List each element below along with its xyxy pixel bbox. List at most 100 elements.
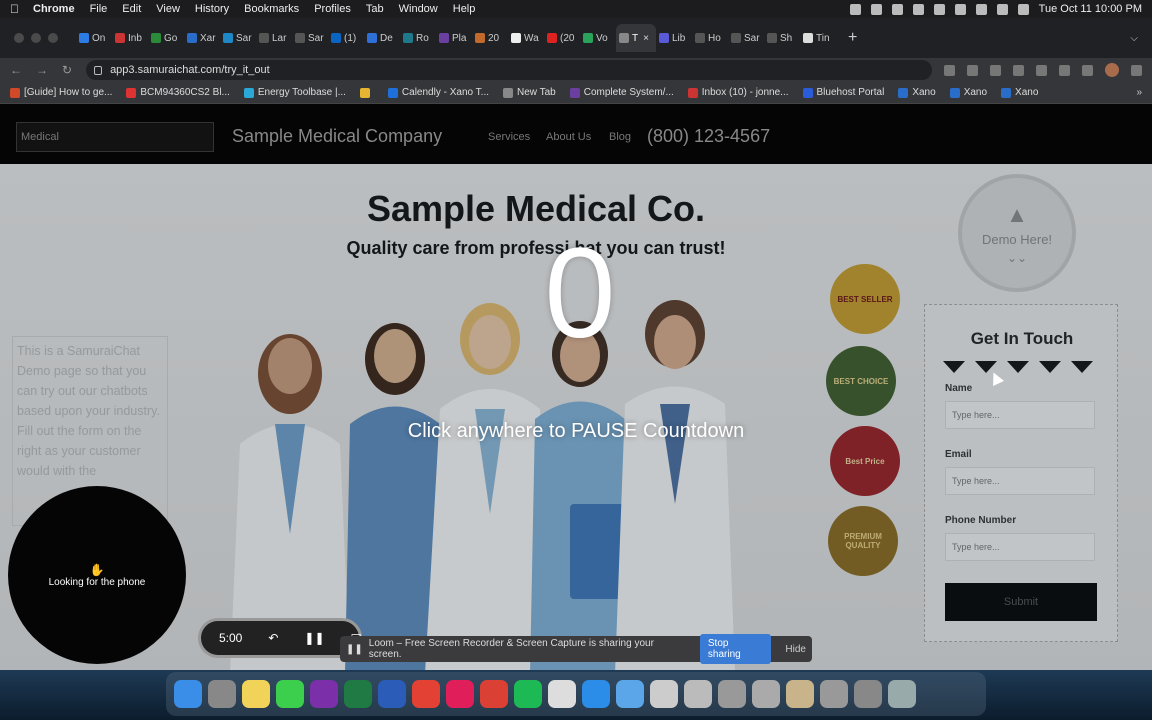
- messages-icon[interactable]: [276, 680, 304, 708]
- browser-tab[interactable]: Ro: [400, 24, 436, 52]
- star-icon[interactable]: [990, 64, 1001, 76]
- appstore-icon[interactable]: [582, 680, 610, 708]
- window-icon[interactable]: [752, 680, 780, 708]
- todoist-icon[interactable]: [480, 680, 508, 708]
- window-icon[interactable]: [786, 680, 814, 708]
- wifi-icon[interactable]: [975, 3, 987, 15]
- bookmark-item[interactable]: BCM94360CS2 Bl...: [126, 87, 230, 98]
- search-icon[interactable]: [996, 3, 1008, 15]
- site-name[interactable]: Sample Medical Company: [232, 126, 442, 147]
- browser-tab[interactable]: (1): [328, 24, 364, 52]
- close-window-button[interactable]: [14, 33, 24, 43]
- kebab-menu-icon[interactable]: [1131, 64, 1142, 76]
- menu-file[interactable]: File: [90, 3, 108, 15]
- menu-app-name[interactable]: Chrome: [33, 3, 75, 15]
- control-center-icon[interactable]: [1017, 3, 1029, 15]
- camera-icon[interactable]: [944, 64, 955, 76]
- menu-window[interactable]: Window: [399, 3, 438, 15]
- hide-button[interactable]: Hide: [785, 644, 806, 655]
- browser-tab[interactable]: Ho: [692, 24, 728, 52]
- browser-tab[interactable]: Xar: [184, 24, 220, 52]
- new-tab-button[interactable]: +: [848, 29, 857, 47]
- tab-search-chevron-icon[interactable]: ⌵: [1130, 33, 1138, 44]
- pause-countdown-hint[interactable]: Click anywhere to PAUSE Countdown: [0, 420, 1152, 443]
- email-input[interactable]: [945, 467, 1095, 495]
- window-icon[interactable]: [650, 680, 678, 708]
- industry-select[interactable]: Medical: [16, 122, 214, 152]
- bookmark-item[interactable]: [Guide] How to ge...: [10, 87, 112, 98]
- folder-icon[interactable]: [616, 680, 644, 708]
- bookmark-item[interactable]: Bluehost Portal: [802, 87, 884, 98]
- browser-tab[interactable]: Sar: [728, 24, 764, 52]
- excel-icon[interactable]: [344, 680, 372, 708]
- menu-profiles[interactable]: Profiles: [314, 3, 351, 15]
- bookmark-item[interactable]: Inbox (10) - jonne...: [687, 87, 789, 98]
- browser-tab[interactable]: Go: [148, 24, 184, 52]
- browser-tab[interactable]: On: [76, 24, 112, 52]
- stop-sharing-button[interactable]: Stop sharing: [699, 634, 772, 664]
- chrome-icon[interactable]: [412, 680, 440, 708]
- bookmark-item[interactable]: Energy Toolbase |...: [243, 87, 346, 98]
- browser-tab[interactable]: Sh: [764, 24, 800, 52]
- countdown-number[interactable]: 0: [490, 224, 670, 364]
- status-app-icon[interactable]: [849, 3, 861, 15]
- nav-services[interactable]: Services: [488, 131, 530, 143]
- pocket-extension-icon[interactable]: [1013, 64, 1024, 76]
- lock-icon[interactable]: [94, 65, 103, 75]
- status-app-icon[interactable]: [912, 3, 924, 15]
- address-bar[interactable]: app3.samuraichat.com/try_it_out: [86, 60, 932, 80]
- menu-history[interactable]: History: [195, 3, 229, 15]
- word-icon[interactable]: [378, 680, 406, 708]
- window-icon[interactable]: [854, 680, 882, 708]
- menu-bookmarks[interactable]: Bookmarks: [244, 3, 299, 15]
- menu-help[interactable]: Help: [453, 3, 476, 15]
- browser-tab[interactable]: Lar: [256, 24, 292, 52]
- menu-tab[interactable]: Tab: [366, 3, 384, 15]
- submit-button[interactable]: Submit: [945, 583, 1097, 621]
- finder-icon[interactable]: [174, 680, 202, 708]
- browser-tab[interactable]: (20: [544, 24, 580, 52]
- window-icon[interactable]: [820, 680, 848, 708]
- undo-icon[interactable]: ↶: [268, 631, 278, 645]
- bluetooth-icon[interactable]: [933, 3, 945, 15]
- status-app-icon[interactable]: [891, 3, 903, 15]
- bookmark-item[interactable]: Xano: [949, 87, 987, 98]
- bookmark-item[interactable]: Xano: [1001, 87, 1038, 98]
- demo-here-button[interactable]: ▲ Demo Here! ⌄⌄: [958, 174, 1076, 292]
- browser-tab[interactable]: Wa: [508, 24, 544, 52]
- bookmark-item[interactable]: [359, 87, 374, 98]
- browser-tab[interactable]: Tin: [800, 24, 836, 52]
- browser-tab[interactable]: Inb: [112, 24, 148, 52]
- close-tab-icon[interactable]: ×: [643, 33, 649, 44]
- pause-icon[interactable]: ❚❚: [304, 631, 324, 645]
- forward-icon[interactable]: →: [36, 63, 48, 77]
- browser-tab[interactable]: Pla: [436, 24, 472, 52]
- window-icon[interactable]: [684, 680, 712, 708]
- browser-tab[interactable]: T ×: [616, 24, 656, 52]
- notes-icon[interactable]: [242, 680, 270, 708]
- reload-icon[interactable]: ↻: [62, 63, 72, 77]
- menu-clock[interactable]: Tue Oct 11 10:00 PM: [1039, 3, 1142, 15]
- puzzle-icon[interactable]: [1059, 64, 1070, 76]
- apple-icon[interactable]: : [10, 2, 19, 16]
- bookmarks-overflow-icon[interactable]: »: [1136, 87, 1142, 98]
- window-icon[interactable]: [718, 680, 746, 708]
- browser-tab[interactable]: Sar: [220, 24, 256, 52]
- spotify-icon[interactable]: [514, 680, 542, 708]
- phone-input[interactable]: [945, 533, 1095, 561]
- trash-icon[interactable]: [888, 680, 916, 708]
- nav-about-us[interactable]: About Us: [546, 131, 591, 143]
- minimize-window-button[interactable]: [31, 33, 41, 43]
- launchpad-icon[interactable]: [208, 680, 236, 708]
- browser-tab[interactable]: Sar: [292, 24, 328, 52]
- site-phone[interactable]: (800) 123-4567: [647, 126, 770, 147]
- share-icon[interactable]: [967, 64, 978, 76]
- zoom-window-button[interactable]: [48, 33, 58, 43]
- loom-icon[interactable]: [548, 680, 576, 708]
- bookmark-item[interactable]: Calendly - Xano T...: [387, 87, 489, 98]
- bookmark-item[interactable]: Xano: [898, 87, 936, 98]
- onenote-icon[interactable]: [310, 680, 338, 708]
- loom-camera-bubble[interactable]: ✋ Looking for the phone: [8, 486, 186, 664]
- bookmark-item[interactable]: Complete System/...: [569, 87, 674, 98]
- extension-icon[interactable]: [1036, 64, 1047, 76]
